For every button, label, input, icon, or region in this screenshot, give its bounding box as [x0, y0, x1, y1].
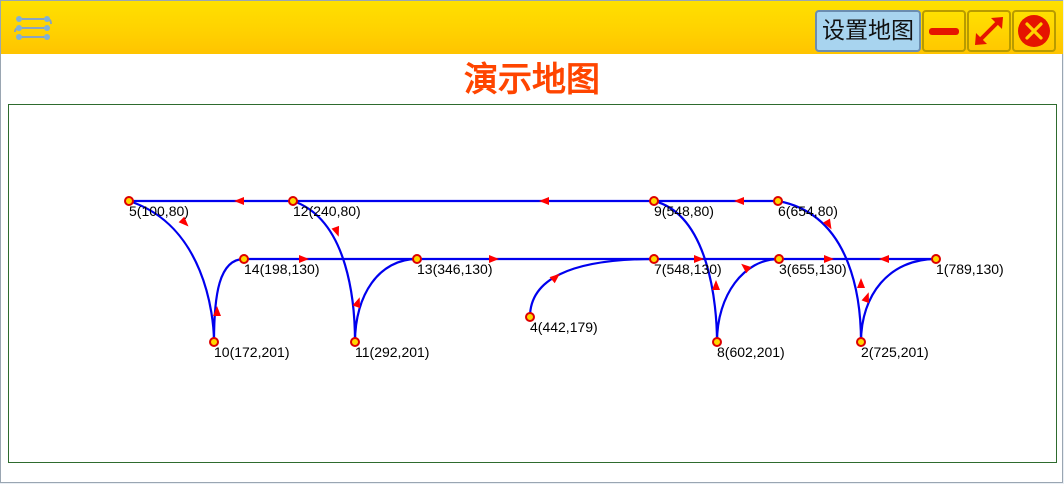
maximize-icon — [975, 17, 1003, 45]
route-segment — [859, 257, 937, 343]
map-node-label-5: 5(100,80) — [129, 203, 189, 219]
route-segment — [353, 257, 418, 343]
route-segment — [212, 257, 245, 343]
maximize-button[interactable] — [967, 10, 1011, 52]
app-window: 设置地图 演示地图 1(789,130) 2(725,201) 3(655,130)… — [0, 0, 1063, 483]
minimize-button[interactable] — [922, 10, 966, 52]
map-node-label-4: 4(442,179) — [530, 319, 598, 335]
route-segment — [715, 257, 780, 343]
map-node-label-12: 12(240,80) — [293, 203, 361, 219]
map-node-label-7: 7(548,130) — [654, 261, 722, 277]
map-node-label-8: 8(602,201) — [717, 344, 785, 360]
minimize-icon — [929, 28, 959, 35]
direction-arrow-icon — [539, 197, 549, 205]
set-map-button[interactable]: 设置地图 — [815, 10, 921, 52]
map-canvas: 1(789,130) 2(725,201) 3(655,130) 4(442,179)… — [8, 104, 1057, 463]
direction-arrow-icon — [857, 278, 865, 288]
route-segment — [128, 199, 216, 343]
direction-arrow-icon — [234, 197, 244, 205]
direction-arrow-icon — [879, 255, 889, 263]
map-node-label-13: 13(346,130) — [417, 261, 493, 277]
route-map: 1(789,130) 2(725,201) 3(655,130) 4(442,179)… — [124, 196, 1004, 360]
route-map-icon[interactable] — [11, 14, 55, 50]
map-node-label-10: 10(172,201) — [214, 344, 290, 360]
title-bar: 设置地图 — [1, 1, 1063, 54]
close-icon — [1018, 15, 1050, 47]
map-node-label-2: 2(725,201) — [861, 344, 929, 360]
map-node-label-14: 14(198,130) — [244, 261, 320, 277]
map-node-label-3: 3(655,130) — [779, 261, 847, 277]
direction-arrow-icon — [734, 197, 744, 205]
page-title: 演示地图 — [464, 60, 600, 100]
close-button[interactable] — [1012, 10, 1056, 52]
map-node-label-9: 9(548,80) — [654, 203, 714, 219]
direction-arrow-icon — [712, 280, 720, 290]
map-node-label-11: 11(292,201) — [355, 344, 429, 360]
route-segment — [528, 257, 655, 318]
map-node-label-6: 6(654,80) — [778, 203, 838, 219]
map-node-label-1: 1(789,130) — [936, 261, 1004, 277]
